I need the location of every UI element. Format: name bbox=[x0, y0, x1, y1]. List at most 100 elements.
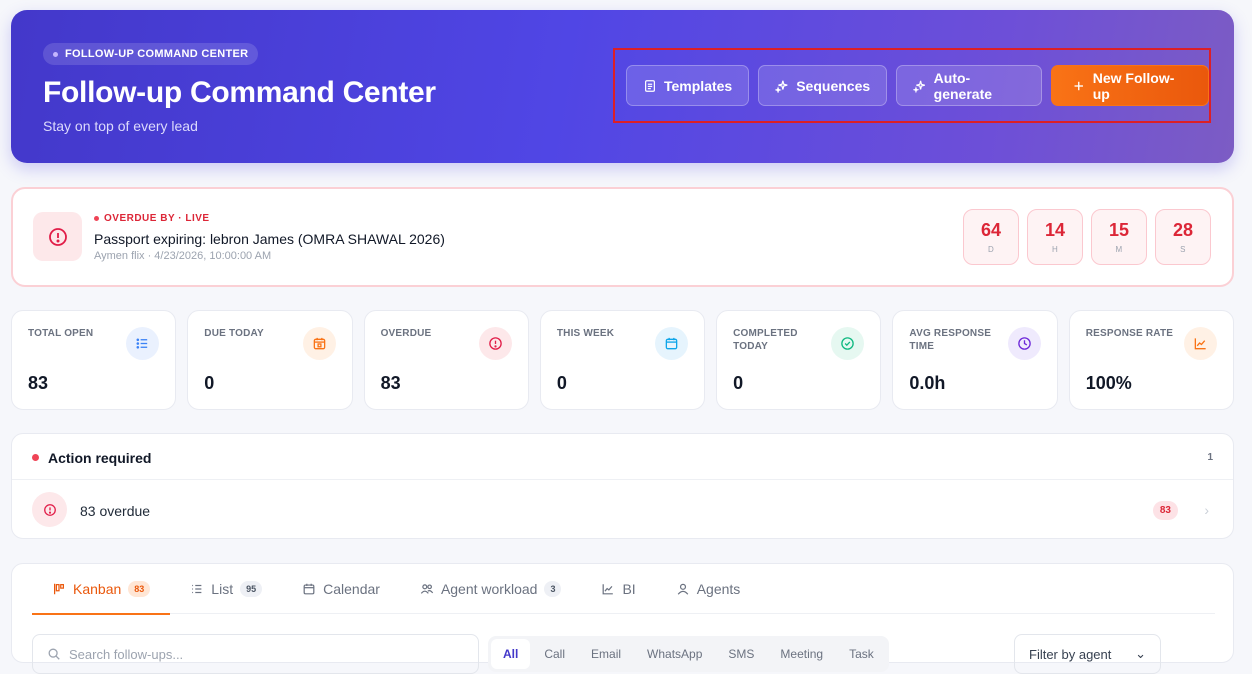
tab-label: Agent workload bbox=[440, 581, 538, 597]
chart-icon bbox=[603, 584, 614, 595]
document-icon bbox=[645, 79, 655, 92]
tab-calendar[interactable]: Calendar bbox=[282, 564, 400, 614]
page-subtitle: Stay on top of every lead bbox=[43, 118, 198, 134]
stat-card-overdue[interactable]: OVERDUE 83 bbox=[363, 310, 529, 410]
stats-row: TOTAL OPEN 83 DUE TODAY 0 OVERDUE 83 THI… bbox=[11, 310, 1234, 410]
status-dot bbox=[32, 454, 39, 461]
clock-icon bbox=[1007, 327, 1041, 360]
stat-value: 83 bbox=[380, 373, 401, 393]
tab-count: 3 bbox=[544, 581, 562, 597]
chevron-right-icon: › bbox=[1204, 502, 1209, 518]
stat-label: OVERDUE bbox=[380, 328, 432, 339]
timer-value: 15 bbox=[1108, 220, 1130, 240]
tab-label: Kanban bbox=[73, 581, 122, 597]
timer-days: 64 D bbox=[963, 209, 1019, 265]
chevron-down-icon: ⌄ bbox=[1135, 646, 1146, 661]
kanban-icon bbox=[54, 583, 64, 595]
overdue-banner[interactable]: OVERDUE BY · LIVE Passport expiring: leb… bbox=[11, 187, 1234, 287]
auto-generate-button[interactable]: Auto-generate bbox=[896, 65, 1043, 106]
stat-value: 0.0h bbox=[909, 373, 946, 393]
stat-card-this-week[interactable]: THIS WEEK 0 bbox=[539, 310, 706, 410]
sequences-button[interactable]: Sequences bbox=[758, 65, 888, 106]
filter-sms[interactable]: SMS bbox=[716, 639, 766, 669]
view-panel: Kanban 83 List 95 Calendar Agent workloa… bbox=[11, 563, 1234, 674]
list-icon bbox=[126, 327, 160, 360]
overdue-tag-label: OVERDUE BY · LIVE bbox=[104, 213, 210, 224]
calendar-icon bbox=[303, 583, 315, 595]
pill-dot bbox=[53, 51, 58, 57]
overdue-meta: Aymen flix · 4/23/2026, 10:00:00 AM bbox=[94, 250, 272, 262]
stat-value: 0 bbox=[556, 373, 567, 393]
stat-label: DUE TODAY bbox=[204, 328, 264, 339]
auto-generate-label: Auto-generate bbox=[933, 69, 993, 102]
filter-call[interactable]: Call bbox=[532, 639, 577, 669]
agent-filter-select[interactable]: Filter by agent ⌄ bbox=[1014, 634, 1161, 674]
chart-icon bbox=[1183, 327, 1217, 360]
action-required-title: Action required bbox=[48, 450, 152, 466]
timer-unit: S bbox=[1180, 245, 1186, 254]
action-required-panel: Action required 1 83 overdue 83 › bbox=[11, 433, 1234, 539]
stat-card-avg-response-time[interactable]: AVG RESPONSE TIME 0.0h bbox=[892, 310, 1058, 410]
view-tabs: Kanban 83 List 95 Calendar Agent workloa… bbox=[32, 564, 1215, 615]
timer-value: 14 bbox=[1044, 220, 1066, 240]
new-followup-label: New Follow-up bbox=[1092, 69, 1175, 102]
search-input[interactable]: Search follow-ups... bbox=[32, 634, 479, 674]
timer-unit: D bbox=[987, 245, 995, 254]
templates-label: Templates bbox=[664, 77, 733, 94]
timer-value: 28 bbox=[1172, 220, 1194, 240]
timer-hours: 14 H bbox=[1027, 209, 1083, 265]
alert-circle-icon bbox=[33, 212, 82, 261]
tab-count: 83 bbox=[128, 581, 151, 597]
new-followup-button[interactable]: New Follow-up bbox=[1051, 65, 1209, 106]
stat-value: 0 bbox=[204, 373, 215, 393]
tab-label: List bbox=[211, 581, 234, 597]
stat-card-due-today[interactable]: DUE TODAY 0 bbox=[187, 310, 353, 410]
filter-meeting[interactable]: Meeting bbox=[768, 639, 835, 669]
action-required-header: Action required 1 bbox=[12, 434, 1233, 480]
search-placeholder: Search follow-ups... bbox=[69, 646, 184, 662]
stat-label: AVG RESPONSE TIME bbox=[909, 328, 992, 352]
templates-button[interactable]: Templates bbox=[626, 65, 750, 106]
alert-circle-icon bbox=[32, 492, 67, 527]
plus-icon bbox=[1074, 81, 1084, 90]
overdue-title: Passport expiring: lebron James (OMRA SH… bbox=[94, 231, 445, 247]
timer-seconds: 28 S bbox=[1155, 209, 1211, 265]
tab-kanban[interactable]: Kanban 83 bbox=[32, 564, 171, 615]
filter-task[interactable]: Task bbox=[837, 639, 886, 669]
calendar-icon bbox=[302, 327, 336, 360]
calendar-icon bbox=[655, 327, 689, 360]
filter-whatsapp[interactable]: WhatsApp bbox=[635, 639, 714, 669]
channel-filter: All Call Email WhatsApp SMS Meeting Task bbox=[488, 636, 889, 672]
tab-count: 95 bbox=[240, 581, 263, 597]
pill-label: FOLLOW-UP COMMAND CENTER bbox=[65, 48, 249, 60]
stat-label: COMPLETED TODAY bbox=[733, 328, 798, 352]
header-actions: Templates Sequences Auto-generate New Fo… bbox=[613, 48, 1211, 123]
timer-unit: H bbox=[1051, 245, 1059, 254]
sparkles-icon bbox=[775, 80, 788, 93]
users-icon bbox=[420, 584, 434, 594]
sparkles-icon bbox=[913, 80, 926, 93]
agent-filter-label: Filter by agent bbox=[1029, 646, 1112, 662]
tab-label: Agents bbox=[696, 581, 741, 597]
search-icon bbox=[48, 648, 60, 660]
action-required-count: 1 bbox=[1207, 452, 1213, 463]
filter-all[interactable]: All bbox=[491, 639, 531, 669]
stat-label: RESPONSE RATE bbox=[1085, 328, 1174, 339]
action-row-label: 83 overdue bbox=[80, 503, 151, 519]
tab-bi[interactable]: BI bbox=[581, 564, 655, 614]
section-pill: FOLLOW-UP COMMAND CENTER bbox=[43, 43, 259, 65]
timer-unit: M bbox=[1115, 245, 1123, 254]
stat-card-response-rate[interactable]: RESPONSE RATE 100% bbox=[1068, 310, 1234, 410]
stat-card-completed-today[interactable]: COMPLETED TODAY 0 bbox=[716, 310, 882, 410]
tab-agent-workload[interactable]: Agent workload 3 bbox=[400, 564, 582, 614]
stat-value: 83 bbox=[28, 373, 49, 393]
page-title: Follow-up Command Center bbox=[43, 76, 436, 109]
tab-agents[interactable]: Agents bbox=[656, 564, 761, 614]
tab-list[interactable]: List 95 bbox=[170, 564, 282, 614]
filter-email[interactable]: Email bbox=[579, 639, 633, 669]
overdue-tag: OVERDUE BY · LIVE bbox=[94, 213, 210, 224]
user-icon bbox=[677, 583, 688, 595]
stat-label: TOTAL OPEN bbox=[28, 328, 94, 339]
stat-card-total-open[interactable]: TOTAL OPEN 83 bbox=[11, 310, 177, 410]
timer-minutes: 15 M bbox=[1091, 209, 1147, 265]
